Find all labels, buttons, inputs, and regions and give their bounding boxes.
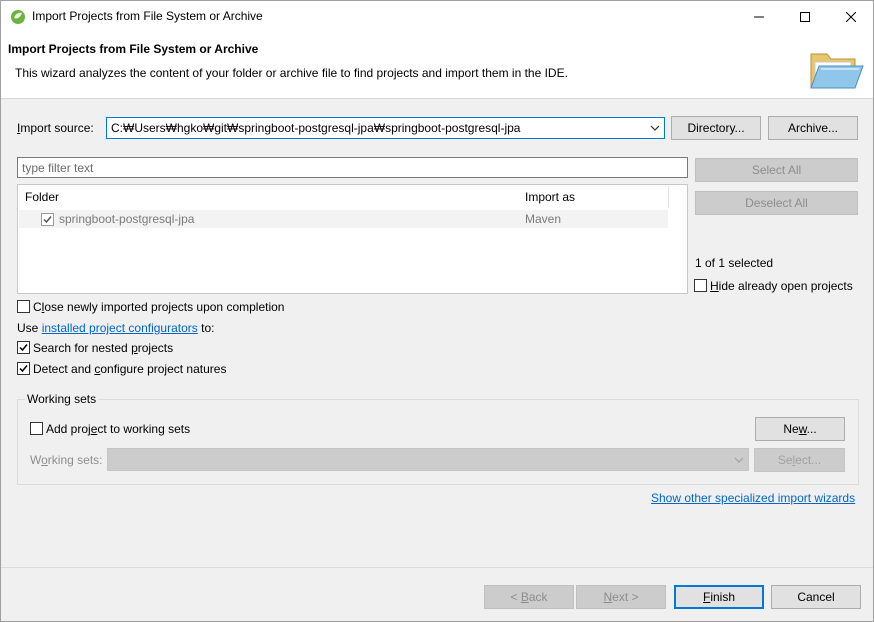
directory-button-label: Directory... <box>687 121 745 135</box>
search-nested-checkbox[interactable] <box>17 341 30 354</box>
add-to-working-sets-label[interactable]: Add project to working sets <box>46 422 190 436</box>
directory-button[interactable]: Directory... <box>671 116 761 140</box>
folder-icon <box>810 53 864 89</box>
title-bar[interactable]: Import Projects from File System or Arch… <box>1 1 873 32</box>
import-source-value: C:₩Users₩hgko₩git₩springboot-postgresql-… <box>111 121 521 135</box>
next-label: Next > <box>603 590 639 604</box>
chevron-down-icon <box>650 125 660 131</box>
working-sets-label: Working sets: <box>30 453 103 467</box>
row-checkbox[interactable] <box>41 213 54 226</box>
minimize-button[interactable] <box>736 1 782 32</box>
maximize-button[interactable] <box>782 1 828 32</box>
wizard-title: Import Projects from File System or Arch… <box>8 42 259 56</box>
select-button-label: Select... <box>777 453 822 467</box>
hide-open-checkbox[interactable] <box>694 279 707 292</box>
selection-status: 1 of 1 selected <box>695 256 774 270</box>
working-sets-group <box>17 399 859 485</box>
window-title: Import Projects from File System or Arch… <box>32 9 263 23</box>
detect-natures-checkbox[interactable] <box>17 362 30 375</box>
column-header-folder[interactable]: Folder <box>18 185 518 209</box>
back-button[interactable]: < Back <box>484 585 574 609</box>
checkmark-icon <box>19 344 28 352</box>
next-button[interactable]: Next > <box>576 585 666 609</box>
close-button[interactable] <box>828 1 873 32</box>
import-source-label: Import source: <box>17 121 94 135</box>
specialized-wizards-link[interactable]: Show other specialized import wizards <box>651 491 855 505</box>
column-header-import-as[interactable]: Import as <box>518 185 668 209</box>
chevron-down-icon <box>734 457 744 463</box>
checkmark-icon <box>43 216 52 224</box>
filter-input[interactable] <box>17 157 688 178</box>
close-imported-label[interactable]: Close newly imported projects upon compl… <box>33 300 284 314</box>
new-working-set-button[interactable]: New... <box>755 417 845 441</box>
eclipse-app-icon <box>11 10 25 24</box>
configurators-prefix: Use <box>17 321 42 335</box>
close-imported-checkbox[interactable] <box>17 300 30 313</box>
cancel-label: Cancel <box>797 590 835 604</box>
minimize-icon <box>754 16 764 17</box>
select-working-sets-button[interactable]: Select... <box>754 448 845 472</box>
footer-separator <box>1 567 873 568</box>
checkmark-icon <box>19 365 28 373</box>
configurators-suffix: to: <box>197 321 215 335</box>
table-row[interactable]: springboot-postgresql-jpa Maven <box>19 210 668 228</box>
configurators-text: Use installed project configurators to: <box>17 321 214 335</box>
wizard-description: This wizard analyzes the content of your… <box>15 66 568 80</box>
detect-natures-label[interactable]: Detect and configure project natures <box>33 362 226 376</box>
cancel-button[interactable]: Cancel <box>771 585 861 609</box>
finish-button[interactable]: Finish <box>674 585 764 609</box>
row-folder-name: springboot-postgresql-jpa <box>59 212 195 226</box>
working-sets-title: Working sets <box>25 392 99 406</box>
working-sets-combo[interactable] <box>107 448 749 471</box>
select-all-label: Select All <box>751 163 802 177</box>
archive-button-label: Archive... <box>787 121 838 135</box>
deselect-all-button[interactable]: Deselect All <box>695 191 858 215</box>
row-import-as: Maven <box>525 212 562 226</box>
deselect-all-label: Deselect All <box>745 196 808 210</box>
finish-label: Finish <box>702 590 736 604</box>
search-nested-label[interactable]: Search for nested projects <box>33 341 173 355</box>
import-wizard-window: Import Projects from File System or Arch… <box>0 0 874 622</box>
archive-button[interactable]: Archive... <box>768 116 858 140</box>
projects-table[interactable]: Folder Import as springboot-postgresql-j… <box>17 184 688 294</box>
wizard-header: Import Projects from File System or Arch… <box>1 32 873 99</box>
select-all-button[interactable]: Select All <box>695 158 858 182</box>
column-separator <box>668 186 669 208</box>
maximize-icon <box>800 11 810 22</box>
back-label: < Back <box>510 590 548 604</box>
close-icon <box>846 11 856 22</box>
add-to-working-sets-checkbox[interactable] <box>30 422 43 435</box>
hide-open-label[interactable]: Hide already open projects <box>710 279 853 293</box>
new-button-label: New... <box>783 422 817 436</box>
installed-configurators-link[interactable]: installed project configurators <box>42 321 198 335</box>
import-source-combo[interactable]: C:₩Users₩hgko₩git₩springboot-postgresql-… <box>106 117 665 139</box>
